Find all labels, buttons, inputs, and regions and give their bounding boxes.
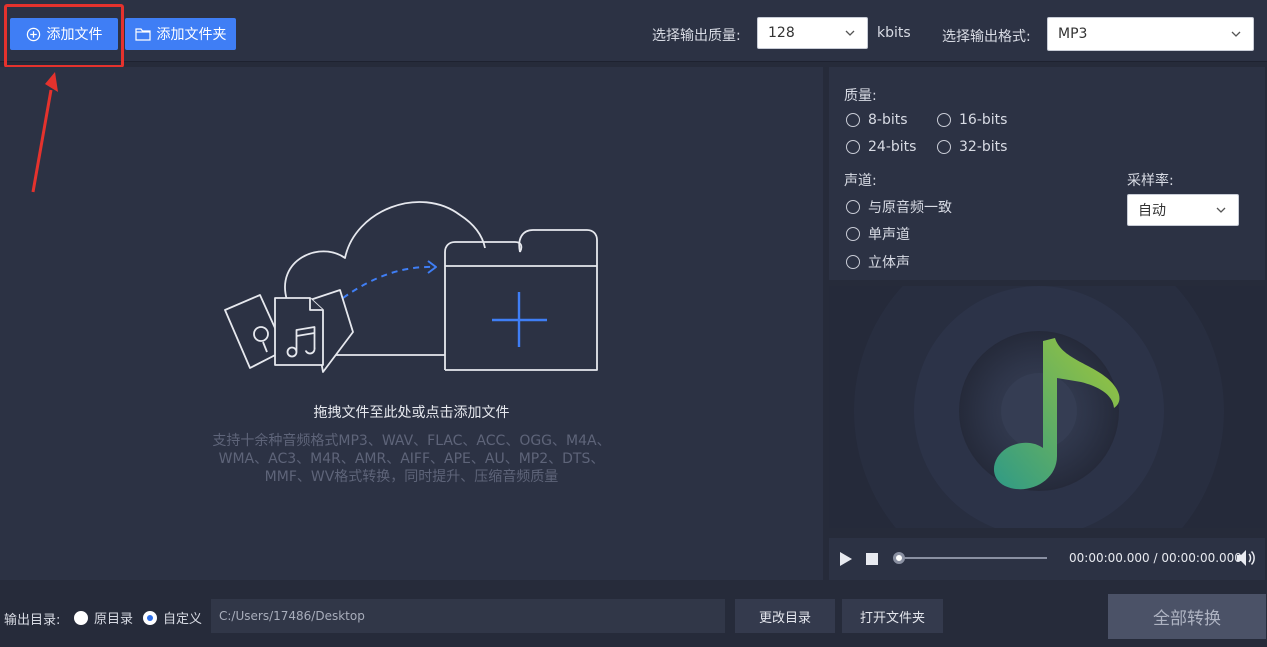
add-folder-label: 添加文件夹 (156, 26, 227, 42)
quality-label: 选择输出质量: (652, 28, 741, 44)
quality-section-title: 质量: (844, 88, 877, 104)
radio-icon (937, 140, 951, 154)
chevron-down-icon (1231, 31, 1241, 37)
channel-section-title: 声道: (844, 173, 877, 189)
current-time: 00:00:00.000 (1069, 551, 1150, 565)
quality-select[interactable]: 128 (757, 17, 868, 49)
chevron-down-icon (1216, 207, 1226, 213)
progress-track[interactable] (899, 557, 1047, 559)
total-time: 00:00:00.000 (1161, 551, 1242, 565)
radio-icon (846, 255, 860, 269)
output-option-original[interactable]: 原目录 (74, 608, 133, 627)
drop-illustration (224, 201, 598, 373)
format-select-value: MP3 (1058, 26, 1088, 42)
radio-icon (846, 200, 860, 214)
audio-preview (829, 286, 1265, 528)
add-folder-button[interactable]: 添加文件夹 (125, 18, 236, 50)
progress-handle[interactable] (893, 552, 905, 564)
play-icon[interactable] (839, 551, 853, 567)
channel-option-original[interactable]: 与原音频一致 (846, 197, 952, 217)
chevron-down-icon (845, 30, 855, 36)
output-option-custom[interactable]: 自定义 (143, 608, 202, 627)
format-select[interactable]: MP3 (1047, 17, 1254, 51)
radio-icon (846, 113, 860, 127)
radio-icon (846, 227, 860, 241)
time-readout: 00:00:00.000 / 00:00:00.000 (1069, 551, 1242, 565)
output-path-input[interactable] (211, 599, 725, 633)
drop-title: 拖拽文件至此处或点击添加文件 (313, 405, 510, 421)
channel-option-stereo[interactable]: 立体声 (846, 252, 910, 272)
supported-formats-line-2: WMA、AC3、M4R、AMR、AIFF、APE、AU、MP2、DTS、 (218, 451, 605, 467)
radio-icon (846, 140, 860, 154)
channel-option-mono[interactable]: 单声道 (846, 224, 910, 244)
settings-panel (829, 67, 1265, 280)
volume-icon[interactable] (1236, 549, 1256, 567)
sample-rate-select[interactable]: 自动 (1127, 194, 1239, 226)
output-dir-label: 输出目录: (4, 613, 61, 628)
open-folder-button[interactable]: 打开文件夹 (842, 599, 943, 633)
time-separator: / (1153, 551, 1158, 565)
quality-select-value: 128 (768, 25, 795, 41)
format-label: 选择输出格式: (942, 29, 1031, 45)
music-note-icon (854, 286, 1224, 528)
quality-option-24bits[interactable]: 24-bits (846, 139, 916, 155)
radio-icon (937, 113, 951, 127)
arrow-annotation-icon (31, 72, 58, 193)
audio-files-icon (224, 289, 354, 373)
folder-plus-icon (444, 229, 598, 371)
dashed-arrow-icon (342, 265, 436, 299)
quality-option-8bits[interactable]: 8-bits (846, 112, 908, 128)
supported-formats-line-1: 支持十余种音频格式MP3、WAV、FLAC、ACC、OGG、M4A、 (212, 433, 611, 449)
quality-unit: kbits (877, 25, 911, 41)
change-dir-button[interactable]: 更改目录 (735, 599, 835, 633)
radio-checked-icon (143, 610, 157, 625)
sample-rate-title: 采样率: (1127, 173, 1174, 189)
radio-icon (74, 610, 88, 625)
highlight-annotation-box (4, 4, 124, 68)
stop-icon[interactable] (866, 553, 878, 565)
quality-option-16bits[interactable]: 16-bits (937, 112, 1007, 128)
convert-all-button[interactable]: 全部转换 (1108, 594, 1266, 639)
supported-formats-line-3: MMF、WV格式转换，同时提升、压缩音频质量 (264, 469, 559, 485)
folder-icon (134, 28, 151, 41)
sample-rate-value: 自动 (1138, 203, 1166, 219)
quality-option-32bits[interactable]: 32-bits (937, 139, 1007, 155)
